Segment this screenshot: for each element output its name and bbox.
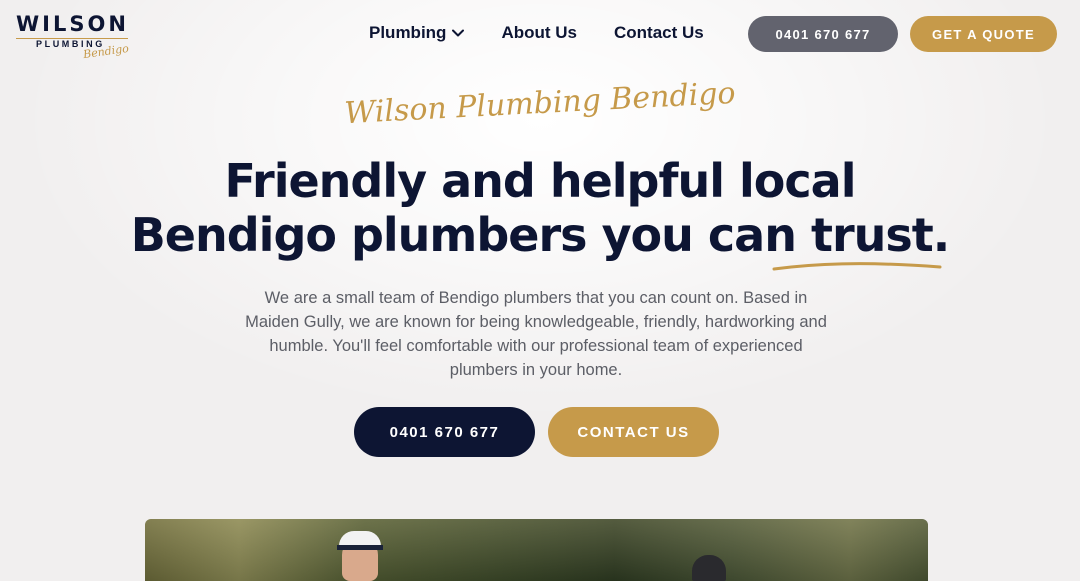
hero-phone-button[interactable]: 0401 670 677: [354, 407, 535, 457]
nav-item-label: Contact Us: [614, 23, 704, 42]
contact-us-button[interactable]: CONTACT US: [548, 407, 719, 457]
trust-underline-decoration: [772, 262, 942, 271]
logo-wordmark: WILSON: [16, 12, 129, 36]
nav-item-label: About Us: [501, 23, 577, 42]
photo-shade: [145, 519, 928, 581]
headline-line-2: Bendigo plumbers you can trust.: [130, 208, 951, 262]
nav-item-plumbing[interactable]: Plumbing: [369, 23, 465, 43]
chevron-down-icon: [452, 29, 465, 37]
nav-item-label: Plumbing: [369, 23, 447, 42]
get-a-quote-button[interactable]: GET A QUOTE: [910, 16, 1057, 52]
photo-helmet: [692, 555, 726, 581]
hero-headline: Friendly and helpful local Bendigo plumb…: [0, 154, 1080, 262]
header-phone-button[interactable]: 0401 670 677: [748, 16, 898, 52]
hero-intro-text: We are a small team of Bendigo plumbers …: [245, 289, 827, 379]
nav-item-about-us[interactable]: About Us: [501, 23, 577, 43]
main-nav: Plumbing About Us Contact Us: [369, 23, 704, 43]
nav-item-contact-us[interactable]: Contact Us: [614, 23, 704, 43]
headline-line-1: Friendly and helpful local: [224, 154, 857, 208]
team-photo: [145, 519, 928, 581]
wilson-plumbing-logo[interactable]: WILSON PLUMBING Bendigo: [16, 12, 136, 64]
photo-person-cap-brim: [337, 545, 383, 550]
